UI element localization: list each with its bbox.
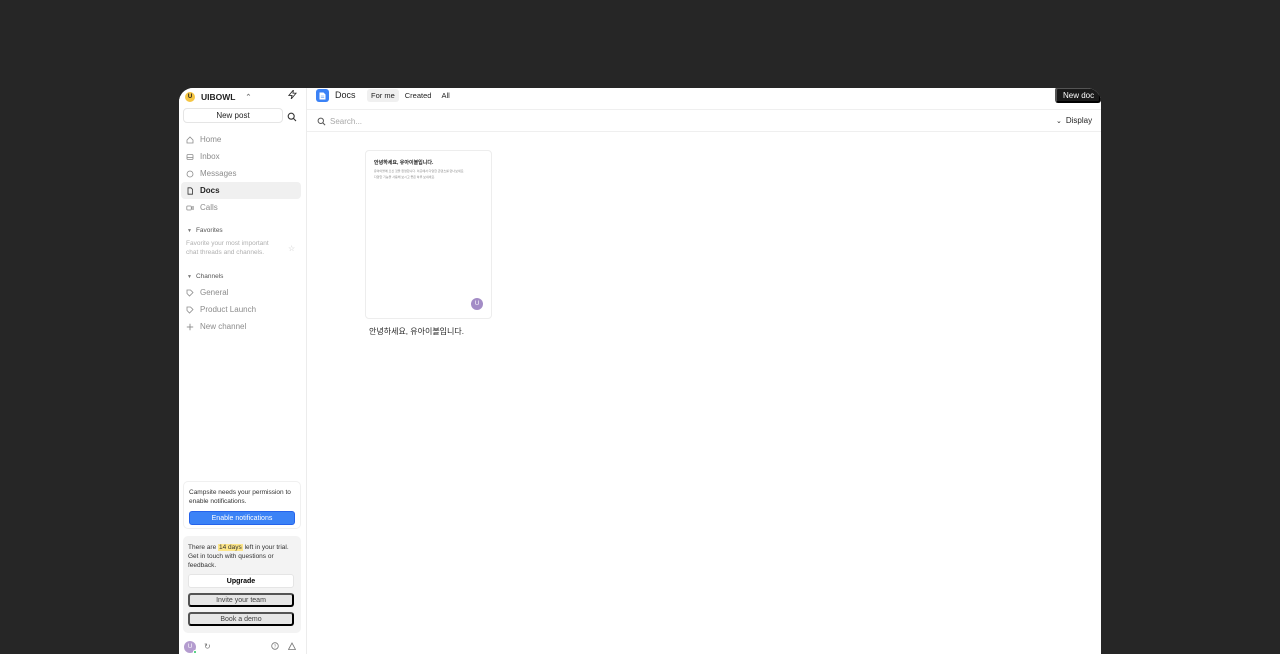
svg-text:?: ?: [274, 644, 277, 649]
docs-search-bar: ⌄ Display: [307, 111, 1101, 132]
new-channel-label: New channel: [200, 322, 247, 331]
tag-icon: [186, 289, 194, 297]
display-label: Display: [1065, 116, 1093, 125]
online-status-dot: [193, 650, 197, 654]
sidebar: U UIBOWL ⌃ New post Home Inbox Messages: [179, 88, 307, 654]
channel-list: General Product Launch New channel: [181, 284, 301, 335]
new-channel-button[interactable]: New channel: [181, 318, 301, 335]
nav-item-docs[interactable]: Docs: [181, 182, 301, 199]
trial-text: There are 14 days left in your trial. Ge…: [188, 543, 296, 570]
help-icon[interactable]: ?: [271, 642, 279, 652]
app-window: U UIBOWL ⌃ New post Home Inbox Messages: [179, 88, 1101, 654]
chevron-updown-icon: ⌃: [245, 94, 252, 101]
doc-title[interactable]: 안녕하세요, 유아이볼입니다.: [369, 326, 464, 337]
display-options-button[interactable]: ⌄ Display: [1056, 116, 1092, 125]
favorites-header[interactable]: ▼ Favorites: [187, 227, 223, 234]
notification-permission-card: Campsite needs your permission to enable…: [183, 481, 301, 529]
doc-author-avatar: U: [471, 298, 483, 310]
new-post-button[interactable]: New post: [183, 108, 283, 123]
trial-card: There are 14 days left in your trial. Ge…: [183, 536, 301, 633]
favorites-empty-note: Favorite your most important chat thread…: [186, 240, 269, 256]
caret-down-icon: ▼: [187, 227, 192, 234]
caret-down-icon: ▼: [187, 273, 192, 280]
channels-header[interactable]: ▼ Channels: [187, 273, 223, 280]
chevron-down-icon: ⌄: [1056, 117, 1062, 125]
tab-created[interactable]: Created: [401, 89, 436, 102]
campsite-icon[interactable]: [287, 642, 297, 652]
docs-topbar: Docs For me Created All New doc: [307, 88, 1101, 110]
channel-item-product-launch[interactable]: Product Launch: [181, 301, 301, 318]
search-icon[interactable]: [287, 109, 299, 122]
tab-for-me[interactable]: For me: [367, 89, 399, 102]
nav-label: Messages: [200, 169, 237, 178]
main-nav: Home Inbox Messages Docs Calls: [181, 131, 301, 216]
doc-preview-line: 유아이볼에 오신 것을 환영합니다. 이곳에서 다양한 콘텐츠를 만나보세요.: [374, 169, 465, 173]
nav-label: Inbox: [200, 152, 220, 161]
nav-item-home[interactable]: Home: [181, 131, 301, 148]
channel-item-general[interactable]: General: [181, 284, 301, 301]
nav-label: Home: [200, 135, 222, 144]
tag-icon: [186, 306, 194, 314]
doc-preview-line: 다양한 기능을 사용해 보시고 좋은 하루 보내세요.: [374, 175, 436, 179]
docs-main: Docs For me Created All New doc ⌄ Displa…: [307, 88, 1101, 654]
channel-label: General: [200, 288, 229, 297]
org-switcher[interactable]: U UIBOWL ⌃: [185, 90, 251, 104]
upgrade-button[interactable]: Upgrade: [188, 574, 294, 588]
invite-team-button[interactable]: Invite your team: [188, 593, 294, 607]
nav-item-inbox[interactable]: Inbox: [181, 148, 301, 165]
doc-icon: [187, 186, 193, 195]
home-icon: [186, 135, 194, 143]
trial-text-before: There are: [188, 544, 218, 551]
star-icon: ☆: [288, 244, 296, 253]
favorites-title: Favorites: [195, 227, 223, 234]
trial-days-highlight: 14 days: [218, 544, 243, 551]
search-input[interactable]: [330, 115, 830, 128]
docs-app-icon: [316, 89, 329, 102]
nav-label: Docs: [200, 186, 220, 195]
page-title: Docs: [335, 90, 356, 100]
org-name: UIBOWL: [201, 92, 236, 102]
search-icon: [317, 117, 326, 126]
doc-card[interactable]: 안녕하세요, 유아이볼입니다. 유아이볼에 오신 것을 환영합니다. 이곳에서 …: [365, 150, 492, 319]
notify-text: Campsite needs your permission to enable…: [189, 489, 291, 505]
tab-all[interactable]: All: [437, 89, 453, 102]
enable-notifications-button[interactable]: Enable notifications: [189, 511, 295, 525]
refresh-icon[interactable]: ↻: [204, 642, 211, 651]
channel-label: Product Launch: [200, 305, 257, 314]
video-icon: [186, 205, 194, 210]
org-logo: U: [185, 92, 195, 102]
book-demo-button[interactable]: Book a demo: [188, 612, 294, 626]
bolt-icon[interactable]: [287, 88, 298, 101]
new-doc-button[interactable]: New doc: [1055, 88, 1101, 103]
nav-item-messages[interactable]: Messages: [181, 165, 301, 182]
nav-item-calls[interactable]: Calls: [181, 199, 301, 216]
plus-icon: [186, 323, 194, 330]
inbox-icon: [186, 153, 194, 160]
docs-filter-tabs: For me Created All: [367, 89, 454, 102]
channels-title: Channels: [195, 273, 224, 280]
doc-preview-title: 안녕하세요, 유아이볼입니다.: [374, 160, 434, 166]
nav-label: Calls: [200, 203, 218, 212]
sidebar-footer: U ↻ ?: [183, 640, 301, 654]
message-icon: [186, 170, 194, 177]
